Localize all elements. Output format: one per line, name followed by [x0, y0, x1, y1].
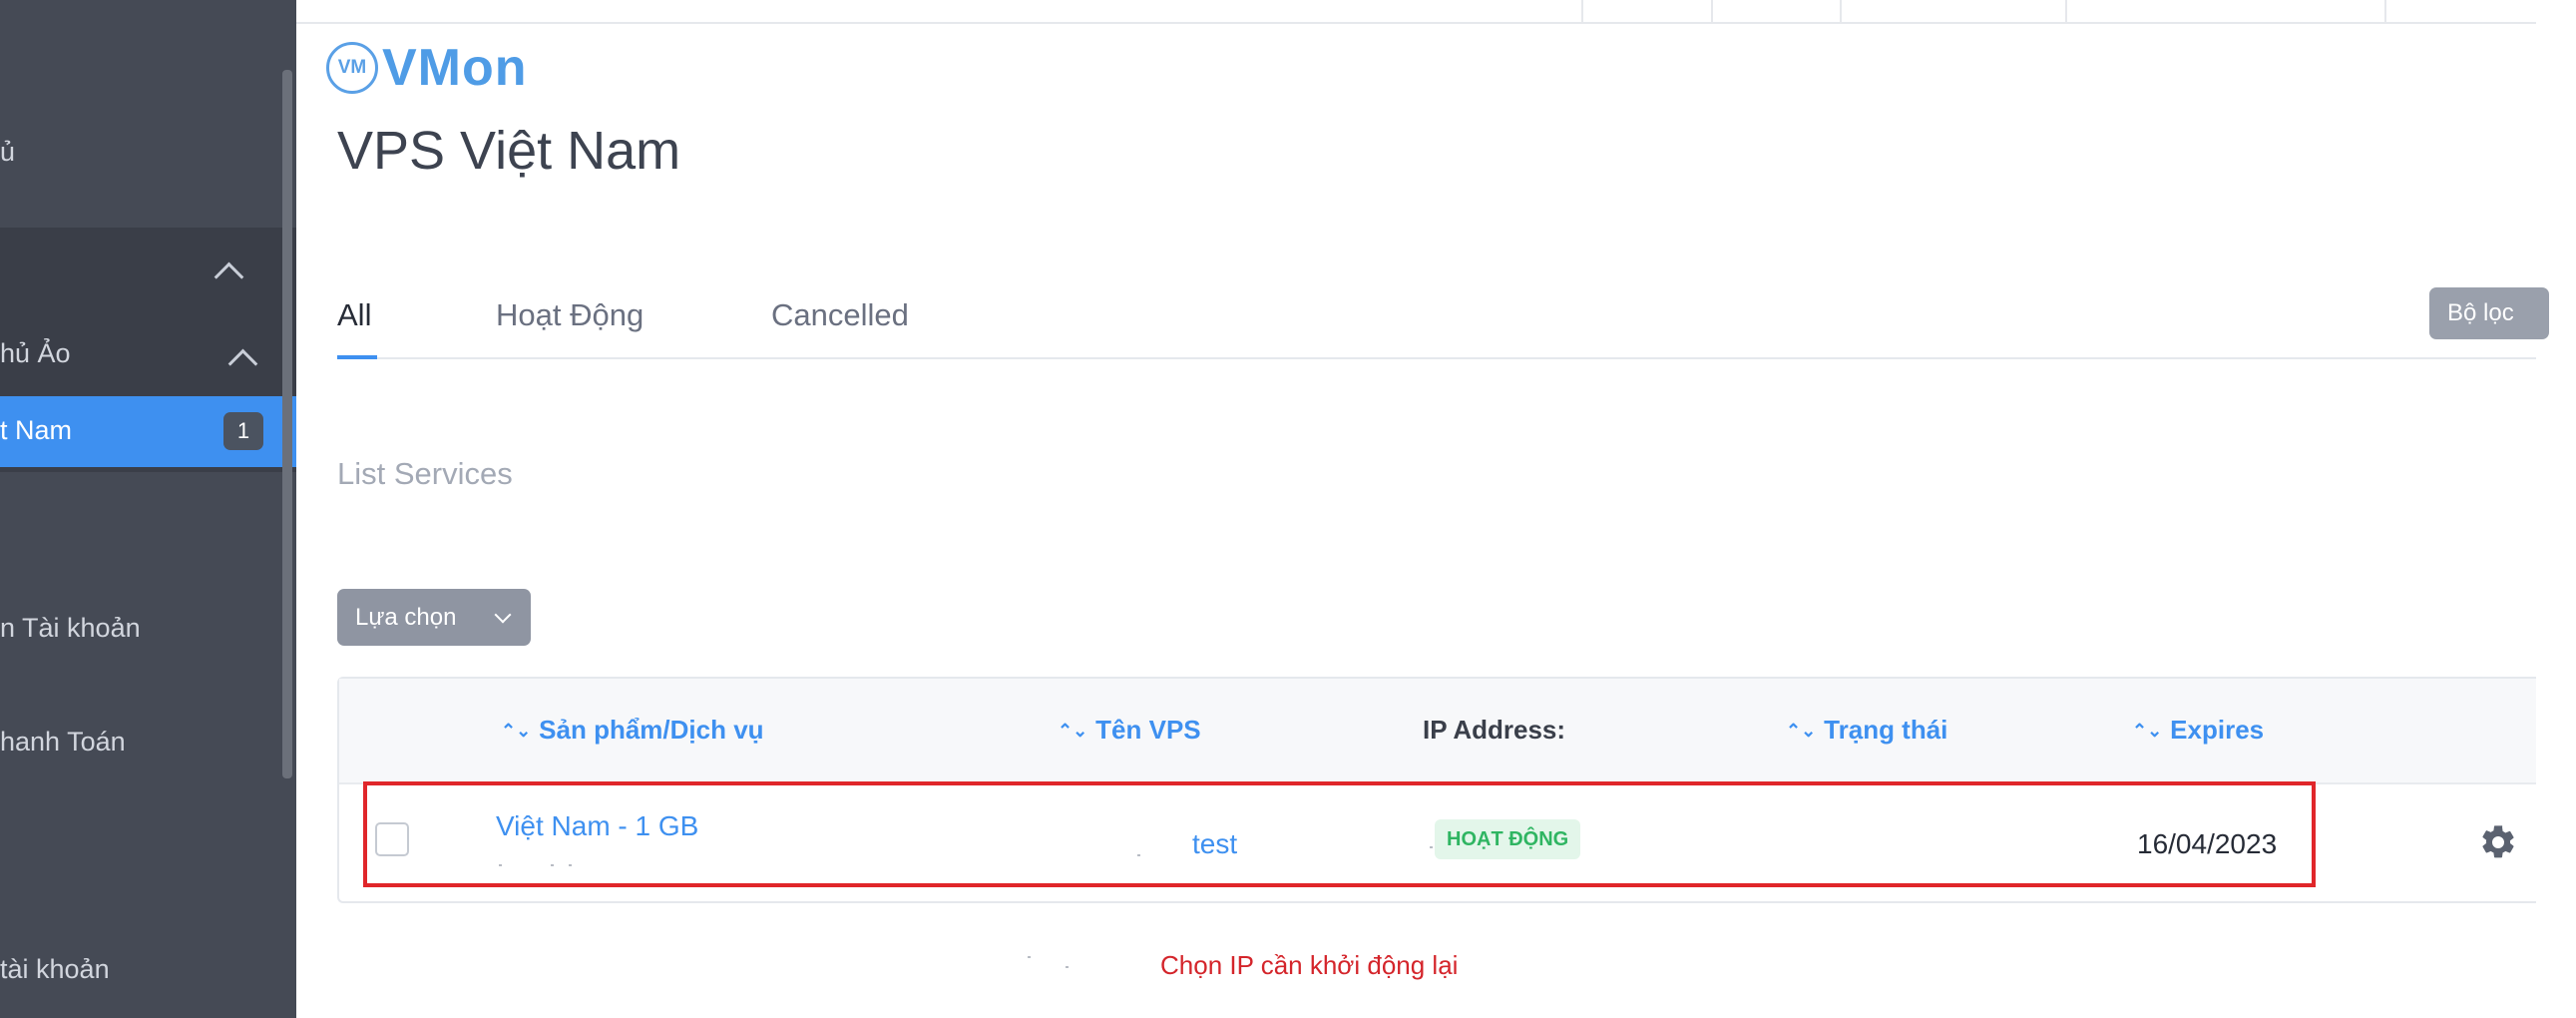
- topbar-divider: [2384, 0, 2386, 22]
- topbar-divider: [1581, 0, 1583, 22]
- sort-icon: ⌃⌄: [1786, 721, 1817, 741]
- topbar-divider: [1711, 0, 1713, 22]
- column-header-label: Tên VPS: [1095, 715, 1201, 745]
- column-header-label: Trạng thái: [1824, 715, 1948, 745]
- redacted-text: [1066, 966, 1069, 968]
- redacted-text: [1028, 956, 1031, 958]
- column-header-product[interactable]: ⌃⌄ Sản phẩm/Dịch vụ: [501, 715, 764, 746]
- sidebar-item-home[interactable]: ủ: [0, 137, 15, 168]
- logo-text: VMon: [382, 39, 528, 97]
- count-badge: 1: [223, 412, 263, 450]
- tabs-divider: [337, 357, 2536, 359]
- gear-icon[interactable]: [2478, 822, 2518, 862]
- sort-icon: ⌃⌄: [2132, 721, 2163, 741]
- sidebar: ủ hủ Ảo t Nam 1 n Tài khoản hanh Toán tà…: [0, 0, 296, 1018]
- column-header-ip: IP Address:: [1423, 715, 1566, 745]
- sidebar-item-account-info[interactable]: n Tài khoản: [0, 613, 141, 644]
- top-bar: [296, 0, 2536, 24]
- logo[interactable]: VM VMon: [326, 39, 528, 97]
- tab-active[interactable]: Hoạt Động: [496, 297, 644, 333]
- sidebar-item-vps-vietnam[interactable]: t Nam 1: [0, 396, 296, 467]
- logo-badge: VM: [326, 42, 378, 94]
- column-header-status[interactable]: ⌃⌄ Trạng thái: [1786, 715, 1947, 746]
- list-title: List Services: [337, 456, 513, 491]
- sidebar-item-vps[interactable]: hủ Ảo: [0, 338, 71, 369]
- bulk-action-label: Lựa chọn: [355, 604, 457, 631]
- table-header: ⌃⌄ Sản phẩm/Dịch vụ ⌃⌄ Tên VPS IP Address:…: [339, 679, 2536, 784]
- highlight-box: [363, 781, 2316, 887]
- topbar-divider: [2065, 0, 2067, 22]
- filter-button[interactable]: Bộ lọc: [2429, 287, 2549, 339]
- column-header-label: Sản phẩm/Dịch vụ: [539, 715, 764, 745]
- page-title: VPS Việt Nam: [337, 121, 681, 181]
- column-header-expires[interactable]: ⌃⌄ Expires: [2132, 715, 2264, 746]
- sort-icon: ⌃⌄: [1058, 721, 1088, 741]
- topbar-divider: [1840, 0, 1842, 22]
- sidebar-item-account[interactable]: tài khoản: [0, 954, 110, 985]
- bulk-action-select[interactable]: Lựa chọn: [337, 589, 531, 646]
- sort-icon: ⌃⌄: [501, 721, 532, 741]
- tab-cancelled[interactable]: Cancelled: [771, 297, 909, 333]
- sidebar-item-label: t Nam: [0, 415, 73, 445]
- sidebar-scrollbar[interactable]: [282, 70, 292, 778]
- column-header-vps-name[interactable]: ⌃⌄ Tên VPS: [1058, 715, 1201, 746]
- sidebar-item-payment[interactable]: hanh Toán: [0, 727, 126, 758]
- tab-active-indicator: [337, 355, 377, 359]
- column-header-label: Expires: [2170, 715, 2265, 745]
- annotation-note: Chọn IP cần khởi động lại: [1160, 950, 1459, 980]
- chevron-down-icon: [494, 606, 512, 624]
- tab-all[interactable]: All: [337, 297, 371, 333]
